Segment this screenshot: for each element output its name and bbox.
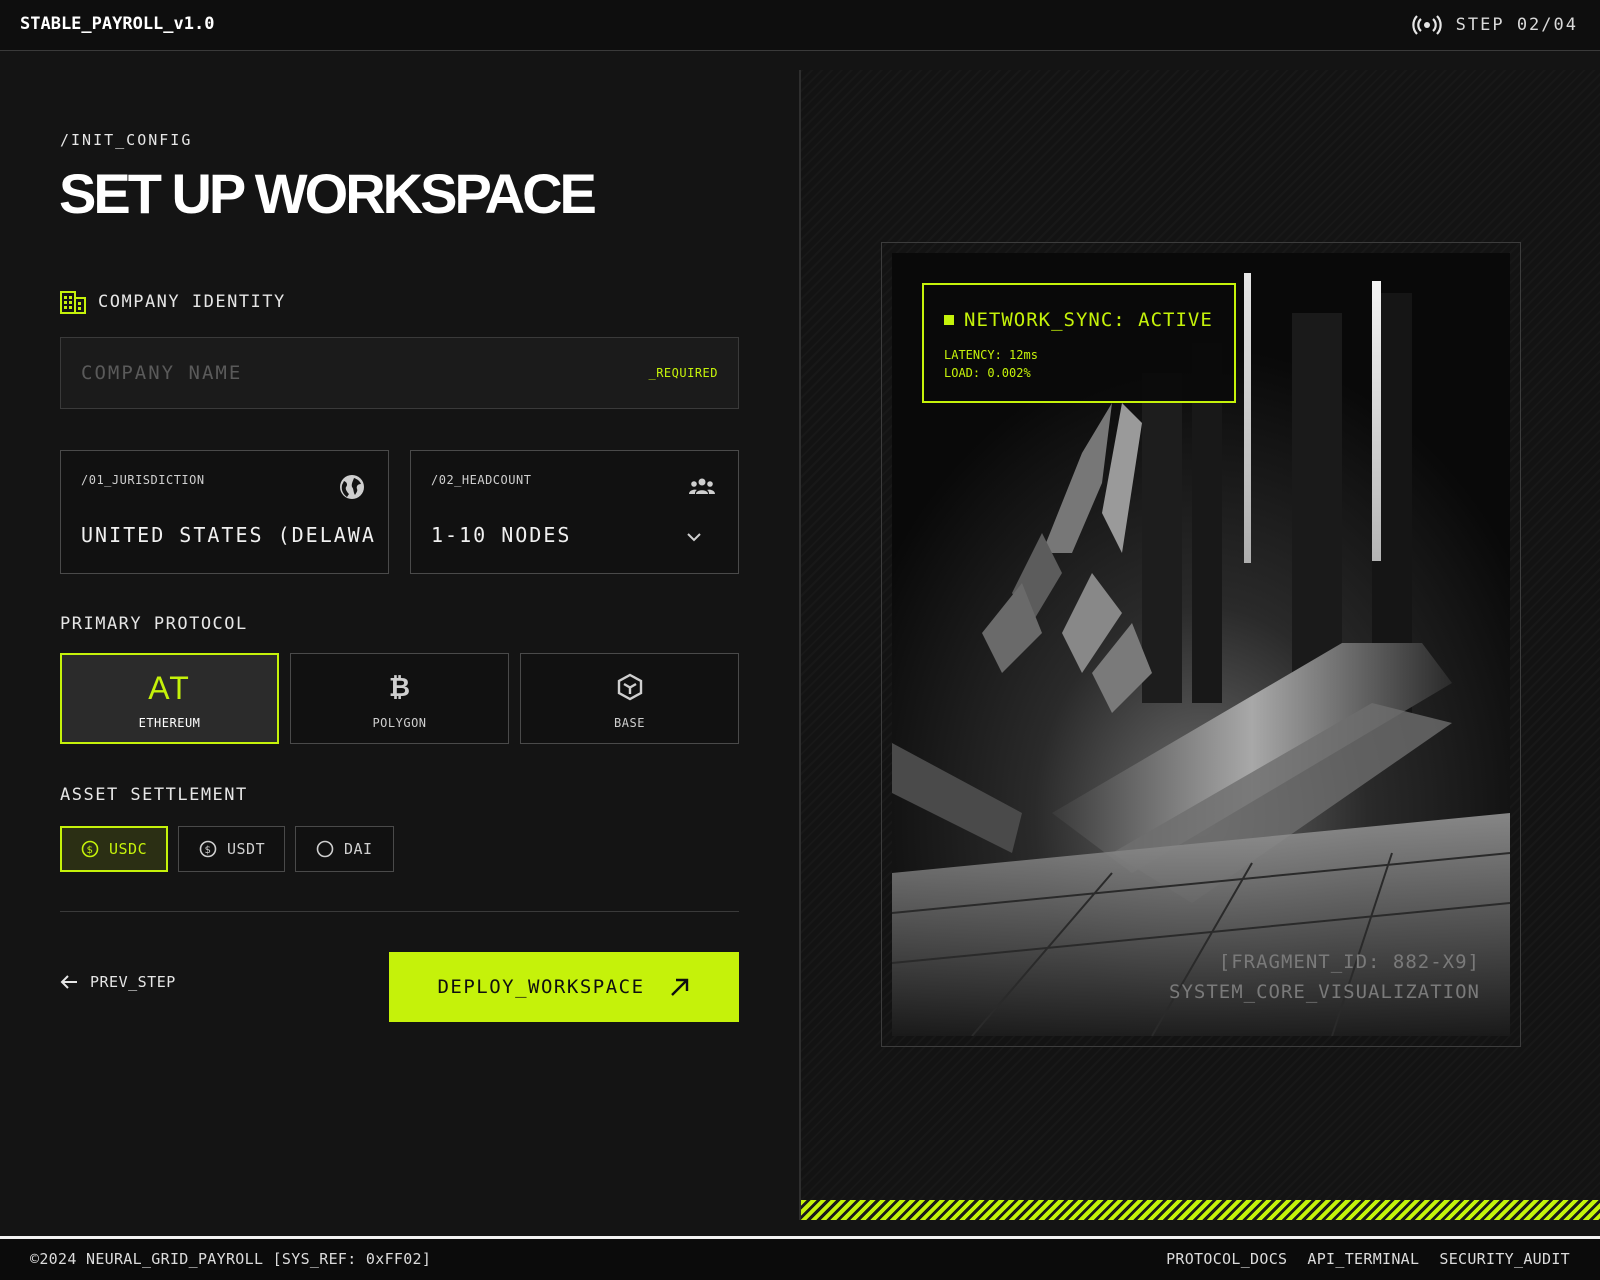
company-name-field[interactable]: _REQUIRED (60, 337, 739, 409)
footer-link-api-terminal[interactable]: API_TERMINAL (1307, 1250, 1419, 1268)
top-bar: STABLE_PAYROLL_v1.0 STEP 02/04 (0, 0, 1600, 51)
setup-form-panel: /INIT_CONFIG SET UP WORKSPACE COMPANY ID… (0, 51, 799, 1236)
primary-protocol-label: PRIMARY PROTOCOL (60, 614, 248, 634)
circle-icon (316, 840, 334, 858)
network-sync-label: NETWORK_SYNC: ACTIVE (964, 309, 1213, 331)
cube-icon (617, 673, 642, 701)
arrow-left-icon (60, 975, 77, 989)
arrow-up-right-icon (670, 978, 688, 996)
headcount-label: /02_HEADCOUNT (431, 473, 532, 487)
prev-step-button[interactable]: PREV_STEP (60, 973, 176, 991)
app-brand: STABLE_PAYROLL_v1.0 (20, 14, 215, 34)
settlement-option-usdc[interactable]: $ USDC (60, 826, 168, 872)
svg-text:$: $ (205, 845, 212, 856)
system-core-image: NETWORK_SYNC: ACTIVE LATENCY: 12ms LOAD:… (892, 253, 1510, 1036)
form-divider (60, 911, 739, 912)
dollar-coin-icon: $ (81, 840, 99, 858)
signal-broadcast-icon (1411, 15, 1442, 35)
protocol-option-label: POLYGON (372, 716, 427, 730)
step-indicator: STEP 02/04 (1411, 14, 1578, 36)
jurisdiction-value: UNITED STATES (DELAWARE (81, 523, 376, 547)
protocol-option-base[interactable]: BASE (520, 653, 739, 744)
settlement-option-usdt[interactable]: $ USDT (178, 826, 285, 872)
jurisdiction-label: /01_JURISDICTION (81, 473, 205, 487)
copyright-text: ©2024 NEURAL_GRID_PAYROLL [SYS_REF: 0xFF… (30, 1250, 432, 1268)
settlement-option-dai[interactable]: DAI (295, 826, 394, 872)
building-icon (60, 291, 86, 314)
protocol-option-label: ETHEREUM (138, 716, 201, 730)
footer-link-security-audit[interactable]: SECURITY_AUDIT (1439, 1250, 1570, 1268)
dollar-coin-icon: $ (199, 840, 217, 858)
visualization-panel: NETWORK_SYNC: ACTIVE LATENCY: 12ms LOAD:… (801, 70, 1600, 1220)
company-name-input[interactable] (81, 358, 581, 388)
breadcrumb: /INIT_CONFIG (60, 131, 193, 149)
required-tag: _REQUIRED (648, 366, 718, 380)
settlement-option-label: DAI (344, 840, 373, 858)
fragment-id: [FRAGMENT_ID: 882-X9] (1218, 951, 1480, 973)
system-core-caption: SYSTEM_CORE_VISUALIZATION (1169, 981, 1480, 1003)
jurisdiction-select[interactable]: /01_JURISDICTION UNITED STATES (DELAWARE (60, 450, 389, 574)
settlement-option-label: USDC (109, 840, 148, 858)
page-title: SET UP WORKSPACE (59, 162, 597, 225)
company-identity-label: COMPANY IDENTITY (98, 292, 286, 312)
protocol-option-ethereum[interactable]: AT ETHEREUM (60, 653, 279, 744)
svg-text:$: $ (87, 845, 94, 856)
deploy-workspace-button[interactable]: DEPLOY_WORKSPACE (389, 952, 739, 1022)
settlement-option-label: USDT (227, 840, 266, 858)
protocol-option-polygon[interactable]: ₿ POLYGON (290, 653, 509, 744)
headcount-select[interactable]: /02_HEADCOUNT 1-10 NODES (410, 450, 739, 574)
footer-links: PROTOCOL_DOCS API_TERMINAL SECURITY_AUDI… (1166, 1250, 1570, 1268)
footer: ©2024 NEURAL_GRID_PAYROLL [SYS_REF: 0xFF… (0, 1236, 1600, 1280)
network-sync-status: NETWORK_SYNC: ACTIVE LATENCY: 12ms LOAD:… (922, 283, 1236, 403)
prev-step-label: PREV_STEP (90, 973, 176, 991)
ethereum-logo-icon: AT (148, 670, 191, 706)
step-label: STEP 02/04 (1455, 15, 1578, 35)
load-readout: LOAD: 0.002% (944, 366, 1031, 380)
asset-settlement-label: ASSET SETTLEMENT (60, 785, 248, 805)
bitcoin-icon: ₿ (388, 672, 411, 703)
latency-readout: LATENCY: 12ms (944, 348, 1038, 362)
hazard-stripe (801, 1200, 1600, 1220)
chevron-down-icon (687, 533, 701, 542)
network-sync-title: NETWORK_SYNC: ACTIVE (944, 309, 1213, 331)
people-group-icon (689, 478, 715, 494)
headcount-value: 1-10 NODES (431, 523, 572, 547)
globe-icon (340, 475, 364, 499)
protocol-option-label: BASE (614, 716, 645, 730)
visualization-caption: [FRAGMENT_ID: 882-X9] SYSTEM_CORE_VISUAL… (1169, 947, 1480, 1007)
status-square-icon (944, 315, 954, 325)
company-identity-heading: COMPANY IDENTITY (60, 290, 286, 314)
deploy-workspace-label: DEPLOY_WORKSPACE (437, 976, 645, 998)
footer-link-protocol-docs[interactable]: PROTOCOL_DOCS (1166, 1250, 1287, 1268)
visualization-frame: NETWORK_SYNC: ACTIVE LATENCY: 12ms LOAD:… (881, 242, 1521, 1047)
